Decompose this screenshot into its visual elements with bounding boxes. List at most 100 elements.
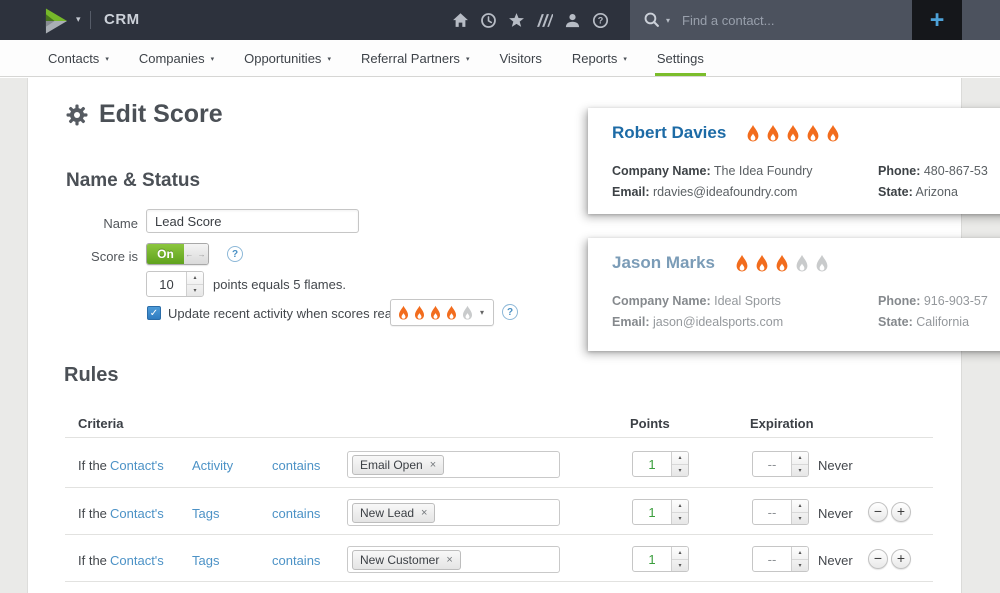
score-name-input[interactable] xyxy=(146,209,359,233)
chevron-down-icon: ▾ xyxy=(211,55,215,63)
chevron-down-icon: ▾ xyxy=(480,308,484,317)
rule-tag-input[interactable]: Email Open× xyxy=(347,451,560,478)
brand-logo-icon[interactable] xyxy=(44,7,69,35)
rule-field-link[interactable]: Tags xyxy=(192,506,219,521)
update-activity-checkbox[interactable]: ✓ xyxy=(147,306,161,320)
company-field: Company Name: The Idea Foundry xyxy=(612,161,878,182)
rule-tag-input[interactable]: New Customer× xyxy=(347,546,560,573)
flame-threshold-select[interactable]: ▾ xyxy=(390,299,494,326)
score-status-help-icon[interactable]: ? xyxy=(227,246,243,262)
campaigns-icon[interactable] xyxy=(536,12,553,29)
stepper-down-icon[interactable]: ▾ xyxy=(672,513,688,525)
rule-operator-link[interactable]: contains xyxy=(272,458,320,473)
chevron-down-icon: ▾ xyxy=(327,55,331,63)
nav-item-contacts[interactable]: Contacts▾ xyxy=(48,40,109,76)
rule-subject-link[interactable]: Contact's xyxy=(110,553,164,568)
nav-item-reports[interactable]: Reports▾ xyxy=(572,40,627,76)
stepper-down-icon[interactable]: ▾ xyxy=(187,285,203,297)
nav-item-settings[interactable]: Settings xyxy=(657,40,704,76)
stepper-buttons[interactable]: ▴▾ xyxy=(186,272,203,296)
rule-expiration-stepper[interactable]: -- ▴▾ xyxy=(752,451,809,477)
rule-points-stepper[interactable]: 1 ▴▾ xyxy=(632,451,689,477)
stepper-down-icon[interactable]: ▾ xyxy=(672,465,688,477)
quick-add-button[interactable]: + xyxy=(912,0,962,40)
table-divider xyxy=(65,534,933,535)
points-per-flames-stepper[interactable]: 10 ▴▾ xyxy=(146,271,204,297)
remove-rule-button[interactable]: − xyxy=(868,502,888,522)
column-header-expiration: Expiration xyxy=(750,416,814,431)
remove-rule-button[interactable]: − xyxy=(868,549,888,569)
contact-name-link[interactable]: Jason Marks xyxy=(612,253,715,273)
nav-label: Visitors xyxy=(499,51,541,66)
rule-points-stepper[interactable]: 1 ▴▾ xyxy=(632,499,689,525)
tag-label: New Lead xyxy=(360,506,414,520)
rule-operator-link[interactable]: contains xyxy=(272,553,320,568)
add-rule-button[interactable]: + xyxy=(891,502,911,522)
home-icon[interactable] xyxy=(452,12,469,29)
tag-remove-icon[interactable]: × xyxy=(421,507,427,519)
stepper-buttons[interactable]: ▴▾ xyxy=(671,452,688,476)
nav-item-companies[interactable]: Companies▾ xyxy=(139,40,214,76)
rule-subject-link[interactable]: Contact's xyxy=(110,458,164,473)
stepper-down-icon[interactable]: ▾ xyxy=(792,465,808,477)
stepper-up-icon[interactable]: ▴ xyxy=(792,452,808,465)
nav-item-visitors[interactable]: Visitors xyxy=(499,40,541,76)
topbar-divider xyxy=(90,11,91,29)
field-label: Email: xyxy=(612,315,650,329)
score-status-toggle[interactable]: On ← → xyxy=(146,243,209,265)
phone-field: Phone: 916-903-57 xyxy=(878,291,1000,312)
stepper-buttons[interactable]: ▴▾ xyxy=(671,547,688,571)
stepper-down-icon[interactable]: ▾ xyxy=(792,560,808,572)
rule-expiration-stepper[interactable]: -- ▴▾ xyxy=(752,499,809,525)
contact-name-link[interactable]: Robert Davies xyxy=(612,123,726,143)
rule-expiration-stepper[interactable]: -- ▴▾ xyxy=(752,546,809,572)
search-scope-caret-icon[interactable]: ▾ xyxy=(666,16,670,25)
help-icon[interactable]: ? xyxy=(592,12,609,29)
search-icon[interactable] xyxy=(643,11,660,28)
rule-subject-link[interactable]: Contact's xyxy=(110,506,164,521)
rule-points-stepper[interactable]: 1 ▴▾ xyxy=(632,546,689,572)
field-label: Phone: xyxy=(878,164,920,178)
main-nav: Contacts▾ Companies▾ Opportunities▾ Refe… xyxy=(0,40,1000,77)
stepper-buttons[interactable]: ▴▾ xyxy=(791,452,808,476)
tag-remove-icon[interactable]: × xyxy=(430,459,436,471)
brand-chevron-down-icon[interactable]: ▾ xyxy=(76,14,81,25)
nav-item-referral-partners[interactable]: Referral Partners▾ xyxy=(361,40,470,76)
stepper-up-icon[interactable]: ▴ xyxy=(672,500,688,513)
stepper-value: 10 xyxy=(147,272,186,296)
stepper-buttons[interactable]: ▴▾ xyxy=(671,500,688,524)
contacts-person-icon[interactable] xyxy=(564,12,581,29)
field-value: Ideal Sports xyxy=(714,294,781,308)
field-value: The Idea Foundry xyxy=(714,164,813,178)
stepper-buttons[interactable]: ▴▾ xyxy=(791,500,808,524)
section-name-status: Name & Status xyxy=(66,170,200,192)
chevron-down-icon: ▾ xyxy=(105,55,109,63)
rule-field-link[interactable]: Activity xyxy=(192,458,233,473)
stepper-down-icon[interactable]: ▾ xyxy=(672,560,688,572)
rule-field-link[interactable]: Tags xyxy=(192,553,219,568)
global-search: ▾ + xyxy=(630,0,1000,40)
search-input[interactable] xyxy=(682,8,902,32)
flame-rating xyxy=(744,124,844,142)
toggle-on-label: On xyxy=(147,244,184,264)
table-divider xyxy=(65,487,933,488)
nav-item-opportunities[interactable]: Opportunities▾ xyxy=(244,40,331,76)
stepper-up-icon[interactable]: ▴ xyxy=(792,500,808,513)
stepper-up-icon[interactable]: ▴ xyxy=(792,547,808,560)
stepper-up-icon[interactable]: ▴ xyxy=(187,272,203,285)
rule-operator-link[interactable]: contains xyxy=(272,506,320,521)
stepper-buttons[interactable]: ▴▾ xyxy=(791,547,808,571)
stepper-value: -- xyxy=(753,547,791,571)
star-favorites-icon[interactable] xyxy=(508,12,525,29)
company-field: Company Name: Ideal Sports xyxy=(612,291,878,312)
tag-remove-icon[interactable]: × xyxy=(446,554,452,566)
rule-tag-input[interactable]: New Lead × xyxy=(347,499,560,526)
threshold-help-icon[interactable]: ? xyxy=(502,304,518,320)
stepper-up-icon[interactable]: ▴ xyxy=(672,547,688,560)
contact-card-fields: Company Name: Ideal Sports Email: jason@… xyxy=(612,291,1000,333)
recent-history-icon[interactable] xyxy=(480,12,497,29)
stepper-up-icon[interactable]: ▴ xyxy=(672,452,688,465)
add-rule-button[interactable]: + xyxy=(891,549,911,569)
stepper-down-icon[interactable]: ▾ xyxy=(792,513,808,525)
field-label: State: xyxy=(878,315,913,329)
